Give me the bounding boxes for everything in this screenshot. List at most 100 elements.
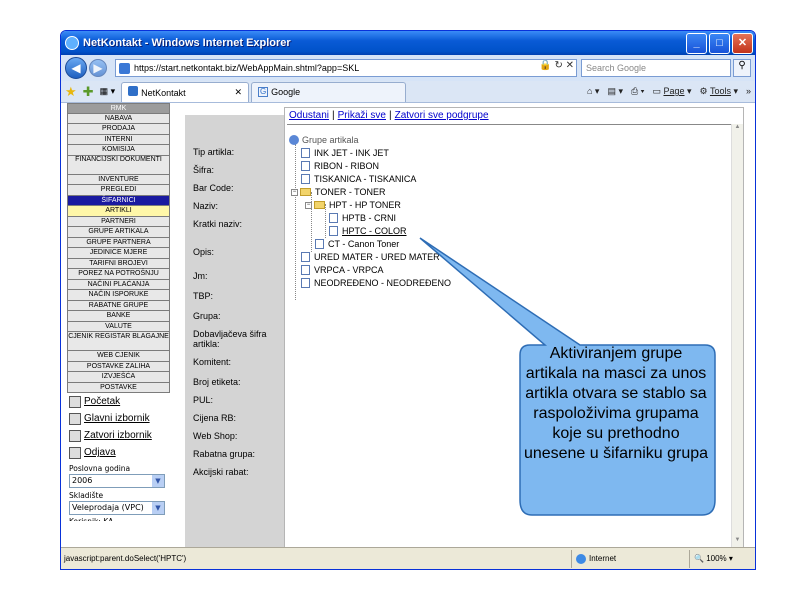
link-label: Glavni izbornik: [84, 413, 150, 424]
sidebar-item-nabava[interactable]: NABAVA: [67, 113, 170, 124]
zoom-control[interactable]: 🔍 100% ▾: [689, 549, 755, 568]
security-zone[interactable]: Internet: [571, 549, 689, 568]
sidebar-item-prodaja[interactable]: PRODAJA: [67, 124, 170, 135]
print-icon[interactable]: ⎙ ▾: [631, 86, 644, 97]
sidebar-item-komisija[interactable]: KOMISIJA: [67, 145, 170, 156]
open-folder-icon: [314, 201, 325, 209]
chevron-down-icon: ▼: [152, 475, 164, 487]
sidebar-item-banke[interactable]: BANKE: [67, 311, 170, 322]
tree-node-label: URED MATER - URED MATER: [314, 252, 440, 262]
tree-node-label: HPTB - CRNI: [342, 213, 396, 223]
tree-node[interactable]: CT - Canon Toner: [315, 238, 399, 250]
tab-label: NetKontakt: [141, 88, 186, 98]
feeds-icon[interactable]: ▤ ▾: [607, 86, 623, 97]
maximize-button[interactable]: □: [709, 32, 730, 54]
callout-text: Aktiviranjem grupe artikala na masci za …: [523, 345, 709, 462]
collapse-icon[interactable]: −: [291, 188, 298, 196]
sidebar-item-cjenik-registar-blagajne[interactable]: CJENIK REGISTAR BLAGAJNE: [67, 332, 170, 351]
link-odjava[interactable]: Odjava: [69, 444, 170, 461]
tree-node[interactable]: NEODREĐENO - NEODREĐENO: [301, 277, 451, 289]
sidebar-item-grupe-artikala[interactable]: GRUPE ARTIKALA: [67, 227, 170, 238]
sidebar-item-nacin-isporuke[interactable]: NAČIN ISPORUKE: [67, 290, 170, 301]
tree-node[interactable]: INK JET - INK JET: [301, 147, 389, 159]
popup-link-bar: Odustani | Prikaži sve | Zatvori sve podgrup…: [289, 110, 489, 121]
sidebar-item-pregledi[interactable]: PREGLEDI: [67, 185, 170, 196]
label-kratki-naziv: Kratki naziv:: [193, 219, 243, 229]
close-menu-icon: [69, 429, 81, 442]
lock-refresh-stop-icons[interactable]: 🔒 ↻ ✕: [539, 60, 574, 71]
search-input[interactable]: Search Google: [581, 59, 731, 77]
sidebar-item-artikli[interactable]: ARTIKLI: [67, 206, 170, 217]
quick-tabs-icon[interactable]: ▦ ▾: [100, 86, 116, 97]
tree-node[interactable]: − HPT - HP TONER: [305, 199, 401, 211]
home-icon[interactable]: ⌂ ▾: [587, 86, 599, 97]
sidebar-item-rabatne-grupe[interactable]: RABATNE GRUPE: [67, 300, 170, 311]
tab-netkontakt[interactable]: NetKontakt ✕: [121, 81, 250, 102]
globe-icon: [576, 553, 586, 564]
link-zatvori-izbornik[interactable]: Zatvori izbornik: [69, 427, 170, 444]
url-text: https://start.netkontakt.biz/WebAppMain.…: [134, 63, 360, 73]
sidebar-item-financijski-dokumenti[interactable]: FINANCIJSKI DOKUMENTI: [67, 155, 170, 175]
sidebar-item-izvjesca[interactable]: IZVJEŠĆA: [67, 372, 170, 383]
sidebar-item-postavke-zaliha[interactable]: POSTAVKE ZALIHA: [67, 361, 170, 372]
forward-button[interactable]: ▶: [89, 59, 107, 77]
link-pocetak[interactable]: Početak: [69, 393, 170, 410]
sidebar-item-grupe-partnera[interactable]: GRUPE PARTNERA: [67, 237, 170, 248]
year-select[interactable]: 2006 ▼: [69, 474, 165, 488]
ie-icon: [65, 36, 79, 50]
toolbar-overflow-icon[interactable]: »: [746, 86, 751, 97]
tree-node[interactable]: VRPCA - VRPCA: [301, 264, 384, 276]
cancel-link[interactable]: Odustani: [289, 110, 329, 121]
tree-node[interactable]: TISKANICA - TISKANICA: [301, 173, 416, 185]
collapse-icon[interactable]: −: [305, 201, 312, 209]
close-all-subgroups-link[interactable]: Zatvori sve podgrupe: [395, 110, 489, 121]
tree-node[interactable]: URED MATER - URED MATER: [301, 251, 440, 263]
year-value: 2006: [72, 476, 93, 485]
tab-google[interactable]: G Google: [251, 81, 407, 102]
tree-node[interactable]: − TONER - TONER: [291, 186, 386, 198]
label-akcijski-rabat: Akcijski rabat:: [193, 467, 249, 477]
tab-close-icon[interactable]: ✕: [235, 87, 243, 98]
tree-node-label: TISKANICA - TISKANICA: [314, 174, 417, 184]
sidebar-item-jedinice-mjere[interactable]: JEDINICE MJERE: [67, 248, 170, 259]
label-sifra: Šifra:: [193, 165, 215, 175]
search-icon[interactable]: ⚲: [733, 59, 751, 77]
page-menu-label: Page: [663, 86, 685, 96]
sidebar-item-nacini-placanja[interactable]: NAČINI PLAĆANJA: [67, 279, 170, 290]
document-icon: [301, 278, 310, 288]
sidebar-item-tarifni-brojevi[interactable]: TARIFNI BROJEVI: [67, 258, 170, 269]
popup-scrollbar[interactable]: ▲ ▼: [731, 124, 743, 548]
tree-node[interactable]: HPTB - CRNI: [329, 212, 396, 224]
status-bar: javascript:parent.doSelect('HPTC') Inter…: [61, 547, 755, 569]
sidebar-item-sifarnici[interactable]: ŠIFARNICI: [67, 195, 170, 206]
favorites-star-icon[interactable]: ★: [65, 84, 77, 100]
window-title: NetKontakt - Windows Internet Explorer: [83, 37, 291, 49]
sidebar-item-postavke[interactable]: POSTAVKE: [67, 382, 170, 393]
sidebar-item-inventure[interactable]: INVENTURE: [67, 174, 170, 185]
logout-icon: [69, 446, 81, 459]
tree-node-selected[interactable]: HPTC - COLOR: [329, 225, 407, 237]
back-button[interactable]: ◀: [65, 57, 87, 79]
minimize-button[interactable]: _: [686, 32, 707, 54]
show-all-link[interactable]: Prikaži sve: [338, 110, 386, 121]
sidebar-item-porez-na-potrosnju[interactable]: POREZ NA POTROŠNJU: [67, 269, 170, 280]
tools-menu[interactable]: ⚙ Tools ▾: [700, 86, 738, 97]
link-glavni-izbornik[interactable]: Glavni izbornik: [69, 410, 170, 427]
label-jm: Jm:: [193, 271, 208, 281]
document-icon: [301, 265, 310, 275]
close-button[interactable]: ✕: [732, 32, 753, 54]
sidebar-item-web-cjenik[interactable]: WEB CJENIK: [67, 351, 170, 362]
label-komitent: Komitent:: [193, 357, 232, 367]
add-favorites-icon[interactable]: ✚: [83, 84, 94, 100]
scroll-up-icon[interactable]: ▲: [732, 124, 743, 135]
tree-node-label: VRPCA - VRPCA: [314, 265, 384, 275]
sidebar-item-valute[interactable]: VALUTE: [67, 321, 170, 332]
page-menu[interactable]: ▭ Page ▾: [652, 86, 691, 97]
sidebar: RMK NABAVA PRODAJA INTERNI KOMISIJA FINA…: [67, 103, 170, 549]
sidebar-item-interni[interactable]: INTERNI: [67, 134, 170, 145]
warehouse-select[interactable]: Veleprodaja (VPC) ▼: [69, 501, 165, 515]
tree-node[interactable]: RIBON - RIBON: [301, 160, 379, 172]
label-grupa: Grupa:: [193, 311, 221, 321]
url-field[interactable]: https://start.netkontakt.biz/WebAppMain.…: [115, 59, 577, 77]
sidebar-item-partneri[interactable]: PARTNERI: [67, 216, 170, 227]
